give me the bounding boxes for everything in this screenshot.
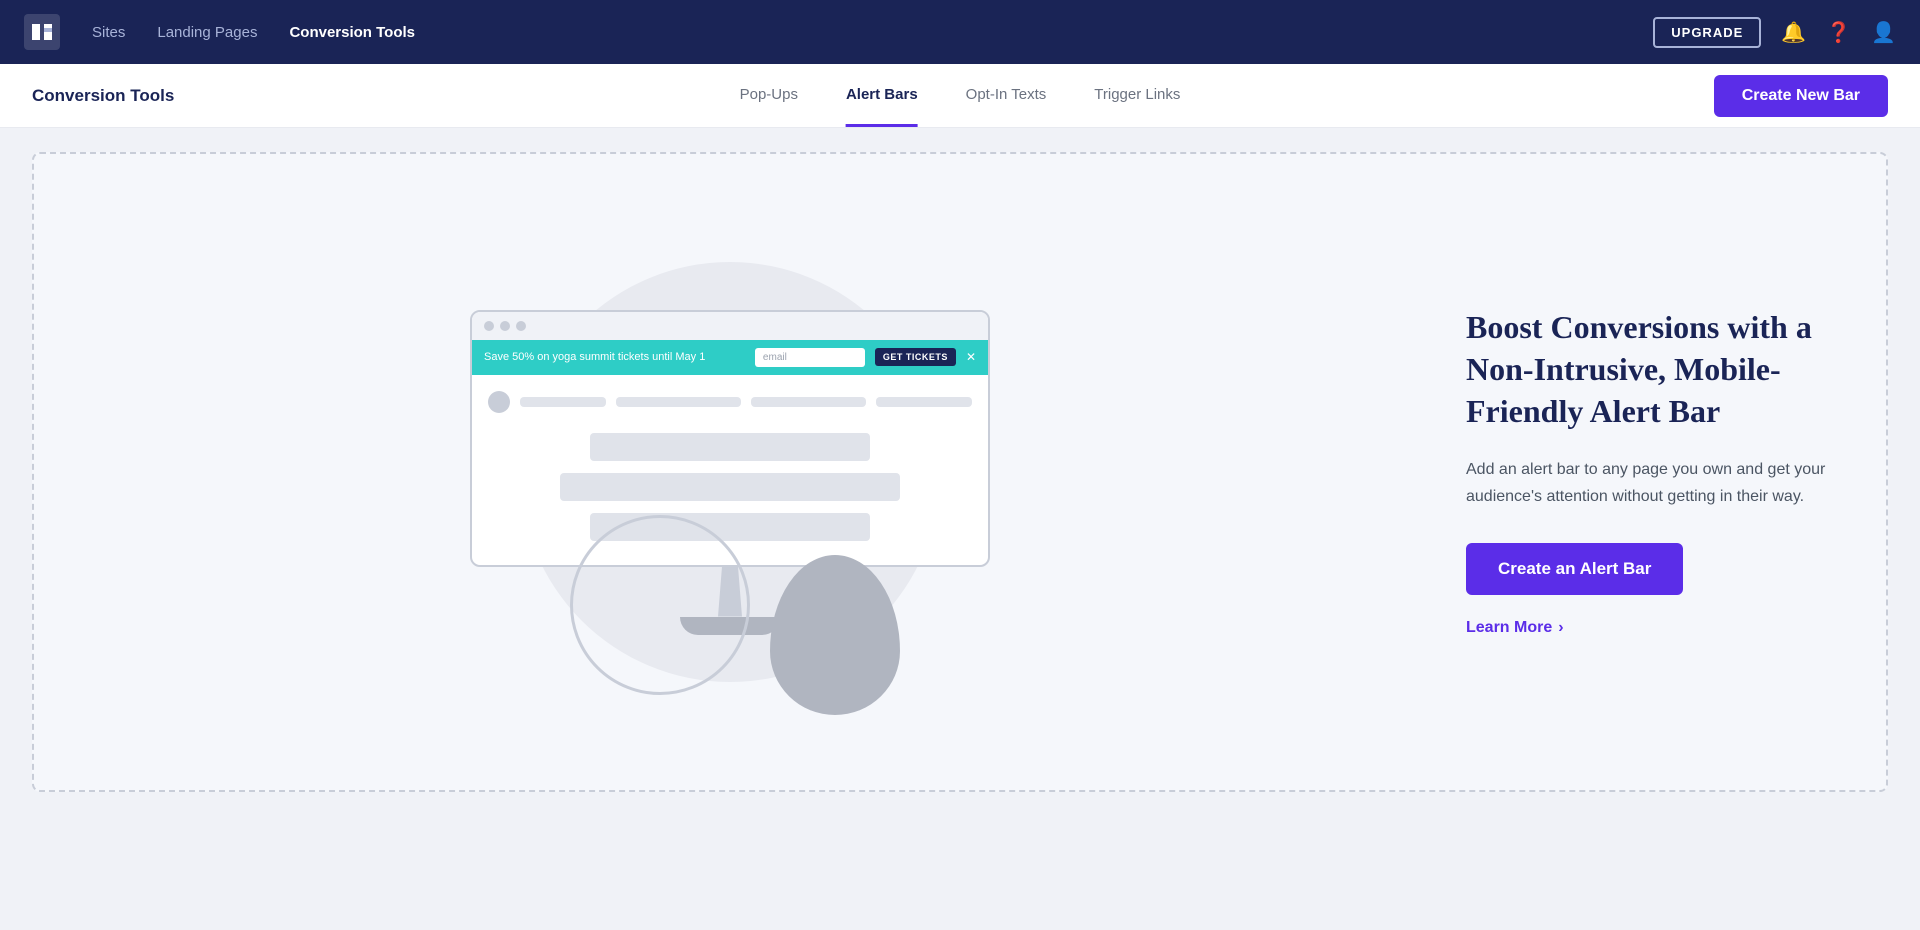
monitor-illustration: Save 50% on yoga summit tickets until Ma…: [470, 310, 990, 567]
tab-trigger-links[interactable]: Trigger Links: [1094, 64, 1180, 127]
bell-icon[interactable]: 🔔: [1781, 20, 1806, 45]
learn-more-text: Learn More: [1466, 619, 1552, 637]
create-new-bar-button[interactable]: Create New Bar: [1714, 75, 1888, 117]
sub-nav: Conversion Tools Pop-Ups Alert Bars Opt-…: [0, 64, 1920, 128]
illustration-side: Save 50% on yoga summit tickets until Ma…: [34, 270, 1426, 675]
line-2: [616, 397, 741, 407]
create-alert-bar-button[interactable]: Create an Alert Bar: [1466, 543, 1683, 595]
decorative-circle: [570, 515, 750, 695]
alert-bar-text: Save 50% on yoga summit tickets until Ma…: [484, 351, 745, 363]
text-side: Boost Conversions with a Non-Intrusive, …: [1426, 247, 1886, 696]
tab-opt-in-texts[interactable]: Opt-In Texts: [966, 64, 1047, 127]
sub-nav-title: Conversion Tools: [32, 86, 174, 106]
email-input-mock: email: [755, 348, 865, 367]
get-tickets-button: GET TICKETS: [875, 348, 956, 366]
tab-pop-ups[interactable]: Pop-Ups: [740, 64, 798, 127]
content-row-1: [488, 391, 972, 413]
content-lines: [488, 425, 972, 549]
top-nav-right: UPGRADE 🔔 ❓ 👤: [1653, 17, 1896, 48]
dot-1: [484, 321, 494, 331]
nav-sites[interactable]: Sites: [92, 24, 125, 41]
line-3: [751, 397, 866, 407]
content-block-1: [590, 433, 870, 461]
monitor-wrapper: Save 50% on yoga summit tickets until Ma…: [470, 310, 990, 635]
learn-more-link[interactable]: Learn More ›: [1466, 619, 1846, 637]
chevron-right-icon: ›: [1558, 619, 1563, 637]
upgrade-button[interactable]: UPGRADE: [1653, 17, 1761, 48]
avatar-mock: [488, 391, 510, 413]
line-4: [876, 397, 972, 407]
nav-landing-pages[interactable]: Landing Pages: [157, 24, 257, 41]
page-content-mock: [472, 375, 988, 565]
help-icon[interactable]: ❓: [1826, 20, 1851, 45]
top-nav-left: Sites Landing Pages Conversion Tools: [24, 14, 415, 50]
dot-3: [516, 321, 526, 331]
main-content: Save 50% on yoga summit tickets until Ma…: [0, 128, 1920, 930]
content-card: Save 50% on yoga summit tickets until Ma…: [32, 152, 1888, 792]
monitor-header: [472, 312, 988, 340]
top-nav: Sites Landing Pages Conversion Tools UPG…: [0, 0, 1920, 64]
user-icon[interactable]: 👤: [1871, 20, 1896, 45]
close-icon: ✕: [966, 350, 976, 364]
main-headline: Boost Conversions with a Non-Intrusive, …: [1466, 307, 1846, 432]
sub-nav-tabs: Pop-Ups Alert Bars Opt-In Texts Trigger …: [740, 64, 1181, 127]
content-block-2: [560, 473, 900, 501]
nav-conversion-tools[interactable]: Conversion Tools: [289, 24, 415, 41]
logo[interactable]: [24, 14, 60, 50]
tab-alert-bars[interactable]: Alert Bars: [846, 64, 918, 127]
decorative-blob: [770, 555, 900, 715]
line-1: [520, 397, 606, 407]
dot-2: [500, 321, 510, 331]
alert-bar-preview: Save 50% on yoga summit tickets until Ma…: [472, 340, 988, 375]
main-description: Add an alert bar to any page you own and…: [1466, 456, 1846, 510]
